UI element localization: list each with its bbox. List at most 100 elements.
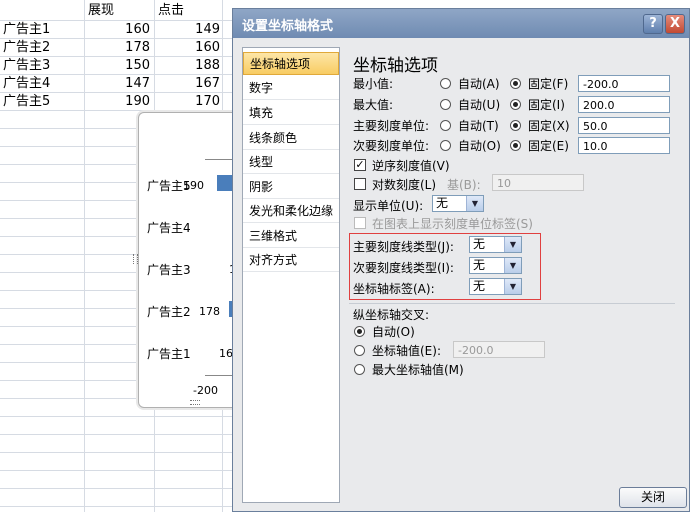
major-auto-label[interactable]: 自动(T) xyxy=(458,117,499,134)
cross-value-label[interactable]: 坐标轴值(E): xyxy=(372,342,441,359)
cell-impressions[interactable]: 190 xyxy=(88,93,150,110)
major-fixed-label[interactable]: 固定(X) xyxy=(528,117,570,134)
minor-tick-select[interactable]: 无 ▼ xyxy=(469,257,522,274)
section-divider xyxy=(349,303,675,304)
max-label: 最大值: xyxy=(353,98,394,112)
reverse-order-label[interactable]: 逆序刻度值(V) xyxy=(372,157,450,174)
nav-line-color[interactable]: 线条颜色 xyxy=(243,127,339,150)
header-clicks[interactable]: 点击 xyxy=(158,2,184,19)
cross-max-radio[interactable] xyxy=(354,364,365,375)
header-impressions[interactable]: 展现 xyxy=(88,2,114,19)
cell-advertiser[interactable]: 广告主3 xyxy=(3,57,50,74)
min-fixed-radio[interactable] xyxy=(510,78,521,89)
cross-value-input[interactable]: -200.0 xyxy=(453,341,545,358)
nav-3d-format[interactable]: 三维格式 xyxy=(243,225,339,248)
close-button[interactable]: 关闭 xyxy=(619,487,687,508)
chart-category-label: 广告主2 xyxy=(147,305,191,319)
category-list: 坐标轴选项 数字 填充 线条颜色 线型 阴影 发光和柔化边缘 三维格式 对齐方式 xyxy=(242,47,340,503)
axis-crosses-title: 纵坐标轴交叉: xyxy=(353,308,430,322)
show-units-label: 在图表上显示刻度单位标签(S) xyxy=(372,217,533,231)
close-window-button[interactable]: X xyxy=(665,14,685,34)
dialog-titlebar[interactable]: 设置坐标轴格式 ? X xyxy=(233,9,689,38)
minor-tick-value: 无 xyxy=(473,258,486,272)
axis-labels-value: 无 xyxy=(473,279,486,293)
major-tick-value: 无 xyxy=(473,237,486,251)
major-fixed-radio[interactable] xyxy=(510,120,521,131)
chart-category-label: 广告主1 xyxy=(147,347,191,361)
nav-axis-options[interactable]: 坐标轴选项 xyxy=(243,52,339,75)
display-units-select[interactable]: 无 ▼ xyxy=(432,195,484,212)
cell-impressions[interactable]: 160 xyxy=(88,21,150,38)
major-unit-label: 主要刻度单位: xyxy=(353,119,430,133)
chart-data-label: 178 xyxy=(199,305,220,318)
chart-data-label: 190 xyxy=(183,179,204,192)
max-value-input[interactable]: 200.0 xyxy=(578,96,670,113)
min-value-input[interactable]: -200.0 xyxy=(578,75,670,92)
cross-auto-label[interactable]: 自动(O) xyxy=(372,323,415,340)
log-scale-checkbox[interactable] xyxy=(354,178,366,190)
log-scale-label[interactable]: 对数刻度(L) xyxy=(372,176,436,193)
chart-category-label: 广告主3 xyxy=(147,263,191,277)
nav-number[interactable]: 数字 xyxy=(243,77,339,100)
nav-alignment[interactable]: 对齐方式 xyxy=(243,249,339,272)
nav-fill[interactable]: 填充 xyxy=(243,102,339,125)
chevron-down-icon: ▼ xyxy=(504,279,521,294)
reverse-order-checkbox[interactable] xyxy=(354,159,366,171)
minor-unit-label: 次要刻度单位: xyxy=(353,139,430,153)
cell-impressions[interactable]: 178 xyxy=(88,39,150,56)
min-auto-radio[interactable] xyxy=(440,78,451,89)
minor-auto-radio[interactable] xyxy=(440,140,451,151)
dialog-title: 设置坐标轴格式 xyxy=(242,19,334,34)
max-auto-radio[interactable] xyxy=(440,99,451,110)
cell-clicks[interactable]: 170 xyxy=(156,93,220,110)
cell-advertiser[interactable]: 广告主4 xyxy=(3,75,50,92)
minor-auto-label[interactable]: 自动(O) xyxy=(458,137,501,154)
log-base-input[interactable]: 10 xyxy=(492,174,584,191)
major-tick-select[interactable]: 无 ▼ xyxy=(469,236,522,253)
min-label: 最小值: xyxy=(353,77,394,91)
minor-fixed-label[interactable]: 固定(E) xyxy=(528,137,569,154)
axis-labels-select[interactable]: 无 ▼ xyxy=(469,278,522,295)
max-fixed-label[interactable]: 固定(I) xyxy=(528,96,565,113)
cross-value-radio[interactable] xyxy=(354,345,365,356)
cell-advertiser[interactable]: 广告主5 xyxy=(3,93,50,110)
max-fixed-radio[interactable] xyxy=(510,99,521,110)
cell-advertiser[interactable]: 广告主2 xyxy=(3,39,50,56)
cell-advertiser[interactable]: 广告主1 xyxy=(3,21,50,38)
max-auto-label[interactable]: 自动(U) xyxy=(458,96,500,113)
format-axis-dialog: 设置坐标轴格式 ? X 坐标轴选项 数字 填充 线条颜色 线型 阴影 发光和柔化… xyxy=(232,8,690,512)
chart-data-label: 16 xyxy=(219,347,233,360)
nav-shadow[interactable]: 阴影 xyxy=(243,176,339,199)
cell-clicks[interactable]: 149 xyxy=(156,21,220,38)
chevron-down-icon: ▼ xyxy=(504,258,521,273)
minor-unit-input[interactable]: 10.0 xyxy=(578,137,670,154)
cell-impressions[interactable]: 150 xyxy=(88,57,150,74)
major-auto-radio[interactable] xyxy=(440,120,451,131)
minor-fixed-radio[interactable] xyxy=(510,140,521,151)
cell-impressions[interactable]: 147 xyxy=(88,75,150,92)
cell-clicks[interactable]: 188 xyxy=(156,57,220,74)
help-button[interactable]: ? xyxy=(643,14,663,34)
chevron-down-icon: ▼ xyxy=(504,237,521,252)
min-auto-label[interactable]: 自动(A) xyxy=(458,75,500,92)
display-units-label: 显示单位(U): xyxy=(353,199,424,213)
minor-tick-label: 次要刻度线类型(I): xyxy=(353,261,454,275)
chevron-down-icon: ▼ xyxy=(466,196,483,211)
cell-clicks[interactable]: 160 xyxy=(156,39,220,56)
min-fixed-label[interactable]: 固定(F) xyxy=(528,75,568,92)
nav-line-style[interactable]: 线型 xyxy=(243,151,339,174)
axis-labels-label: 坐标轴标签(A): xyxy=(353,282,435,296)
major-tick-label: 主要刻度线类型(J): xyxy=(353,240,454,254)
resize-handle[interactable] xyxy=(190,400,200,405)
cross-max-label[interactable]: 最大坐标轴值(M) xyxy=(372,361,464,378)
show-units-checkbox[interactable] xyxy=(354,217,366,229)
log-base-label: 基(B): xyxy=(447,178,481,192)
chart-tick-label: -200 xyxy=(193,384,218,397)
nav-glow[interactable]: 发光和柔化边缘 xyxy=(243,200,339,223)
major-unit-input[interactable]: 50.0 xyxy=(578,117,670,134)
cell-clicks[interactable]: 167 xyxy=(156,75,220,92)
cross-auto-radio[interactable] xyxy=(354,326,365,337)
resize-handle[interactable] xyxy=(133,254,138,264)
panel-title: 坐标轴选项 xyxy=(353,56,438,76)
display-units-value: 无 xyxy=(436,196,449,210)
